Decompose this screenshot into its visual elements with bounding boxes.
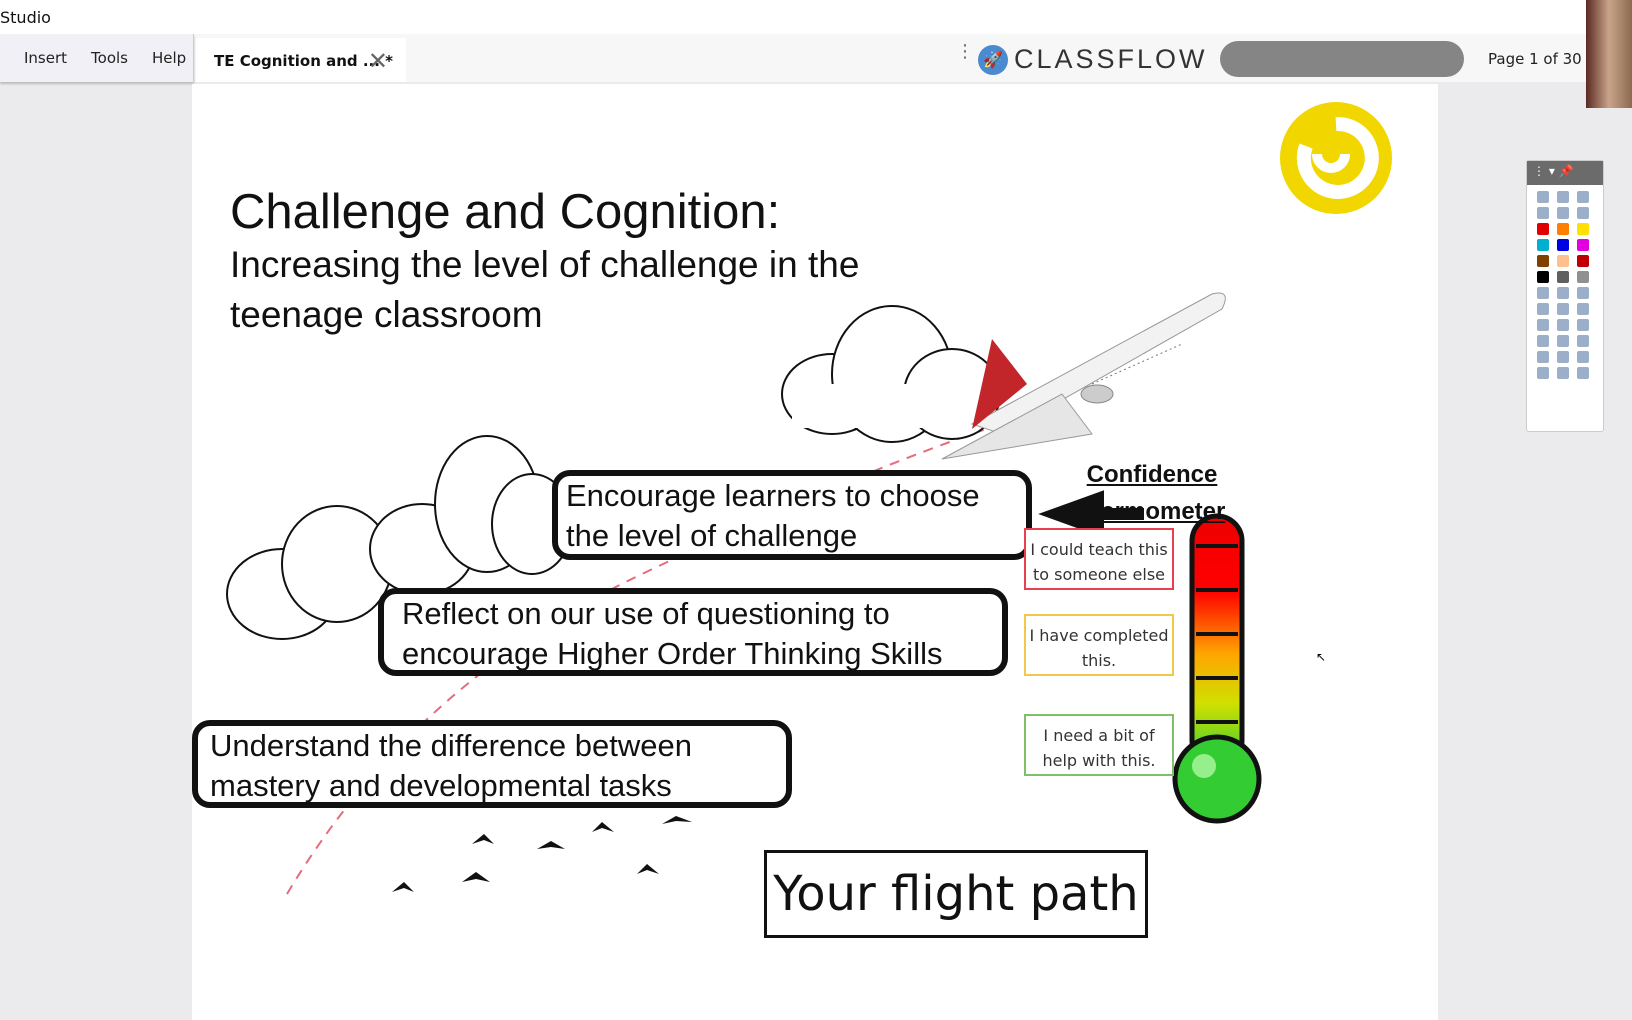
birds — [392, 816, 692, 892]
color-swatch[interactable] — [1577, 271, 1589, 283]
menu-help[interactable]: Help — [152, 49, 186, 82]
tool-icon[interactable] — [1537, 191, 1549, 203]
chevron-down-icon[interactable]: ▾ — [1549, 164, 1555, 178]
tool-icon[interactable] — [1557, 191, 1569, 203]
mouse-cursor: ↖ — [1316, 650, 1327, 664]
tool-icon[interactable] — [1557, 319, 1569, 331]
menu-insert[interactable]: Insert — [24, 49, 67, 82]
tool-icon[interactable] — [1537, 207, 1549, 219]
tool-icon[interactable] — [1577, 351, 1589, 363]
tool-icon[interactable] — [1537, 287, 1549, 299]
tool-icon[interactable] — [1557, 287, 1569, 299]
tool-icon[interactable] — [1537, 303, 1549, 315]
color-swatch[interactable] — [1537, 239, 1549, 251]
tool-icon[interactable] — [1577, 335, 1589, 347]
webcam-video — [1586, 0, 1632, 108]
tool-icon[interactable] — [1577, 303, 1589, 315]
flight-path-label: Your flight path — [764, 850, 1148, 938]
slide-canvas[interactable]: Challenge and Cognition: Increasing the … — [192, 84, 1438, 1020]
close-icon[interactable]: ✕ — [368, 47, 388, 75]
document-tab[interactable]: TE Cognition and ... * ✕ — [196, 38, 406, 82]
color-swatch[interactable] — [1577, 255, 1589, 267]
spiral-logo — [1280, 102, 1392, 214]
more-options-icon[interactable]: ⋮ — [956, 43, 974, 61]
window-title: Studio — [0, 0, 1632, 34]
rocket-icon: 🚀 — [978, 44, 1008, 75]
level-label-high: I could teach this to someone else — [1024, 528, 1174, 590]
floating-toolbox[interactable]: ⋮ ▾ 📌 — [1526, 160, 1604, 432]
tool-grid — [1527, 185, 1603, 385]
objective-box-3: Understand the difference between master… — [192, 720, 792, 808]
redacted-field — [1220, 41, 1464, 77]
objective-box-1: Encourage learners to choose the level o… — [552, 470, 1032, 560]
tool-icon[interactable] — [1537, 335, 1549, 347]
color-swatch[interactable] — [1537, 271, 1549, 283]
tool-icon[interactable] — [1537, 319, 1549, 331]
tool-icon[interactable] — [1557, 207, 1569, 219]
color-swatch[interactable] — [1557, 271, 1569, 283]
tool-icon[interactable] — [1557, 351, 1569, 363]
menu-bar: Insert Tools Help — [0, 34, 194, 82]
tool-icon[interactable] — [1577, 367, 1589, 379]
thermometer-title: Confidence thermometer — [1078, 461, 1226, 525]
color-swatch[interactable] — [1557, 255, 1569, 267]
color-swatch[interactable] — [1557, 239, 1569, 251]
classflow-logo: 🚀 CLASSFLOW — [978, 44, 1208, 75]
pin-icon[interactable]: 📌 — [1559, 164, 1574, 178]
menu-icon[interactable]: ⋮ — [1533, 164, 1545, 178]
tool-icon[interactable] — [1557, 335, 1569, 347]
color-swatch[interactable] — [1537, 255, 1549, 267]
color-swatch[interactable] — [1577, 239, 1589, 251]
tool-icon[interactable] — [1557, 367, 1569, 379]
menu-tools[interactable]: Tools — [91, 49, 128, 82]
toolbox-header[interactable]: ⋮ ▾ 📌 — [1527, 161, 1603, 185]
color-swatch[interactable] — [1577, 223, 1589, 235]
tool-icon[interactable] — [1577, 207, 1589, 219]
level-label-low: I need a bit of help with this. — [1024, 714, 1174, 776]
tool-icon[interactable] — [1537, 351, 1549, 363]
color-swatch[interactable] — [1557, 223, 1569, 235]
slide-title: Challenge and Cognition: — [230, 185, 781, 239]
tool-icon[interactable] — [1537, 367, 1549, 379]
thermometer — [1172, 513, 1262, 824]
tab-label: TE Cognition and ... * — [214, 52, 394, 70]
page-indicator: Page 1 of 30 — [1488, 50, 1582, 68]
color-swatch[interactable] — [1537, 223, 1549, 235]
tool-icon[interactable] — [1557, 303, 1569, 315]
brand-name: CLASSFLOW — [1014, 44, 1208, 74]
objective-box-2: Reflect on our use of questioning to enc… — [378, 588, 1008, 676]
slide-subtitle: Increasing the level of challenge in the… — [230, 244, 860, 335]
tool-icon[interactable] — [1577, 319, 1589, 331]
level-label-mid: I have completed this. — [1024, 614, 1174, 676]
tool-icon[interactable] — [1577, 191, 1589, 203]
tool-icon[interactable] — [1577, 287, 1589, 299]
